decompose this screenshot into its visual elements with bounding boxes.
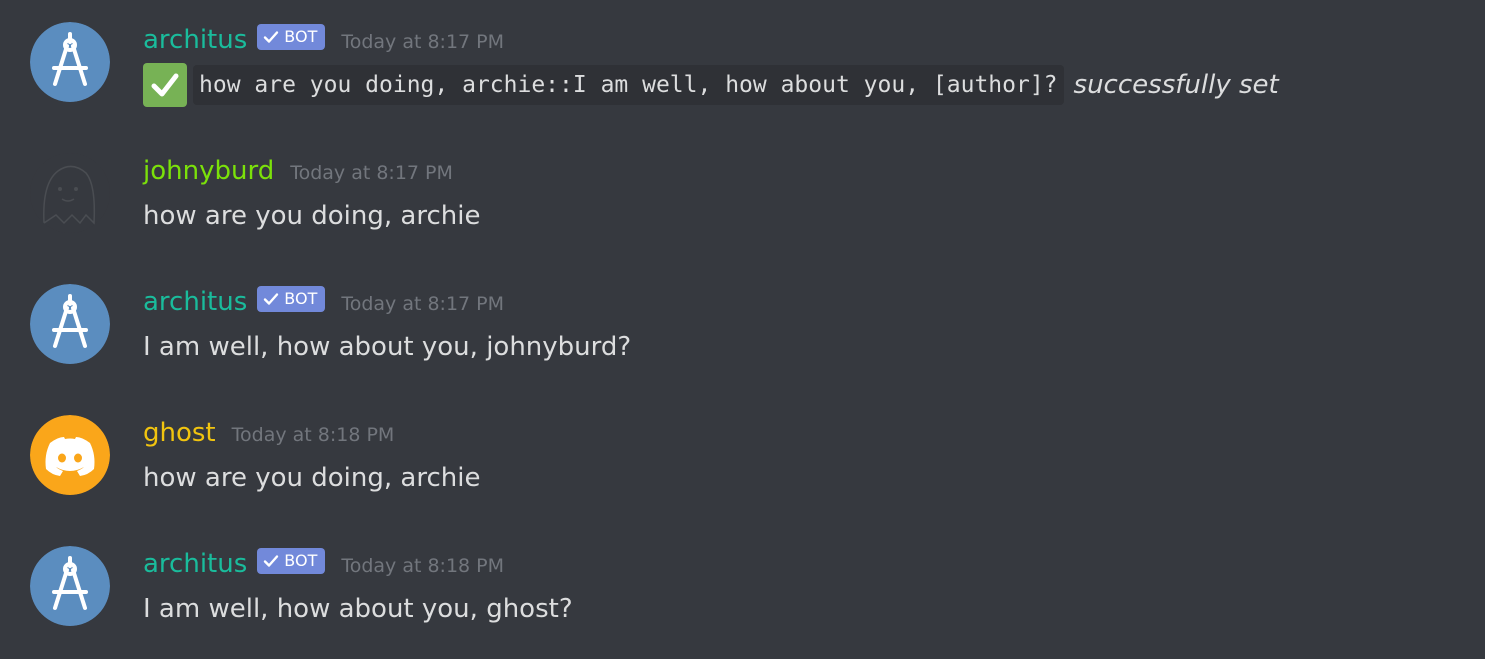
- inline-code: how are you doing, archie::I am well, ho…: [193, 65, 1064, 105]
- white-check-mark-icon: [143, 63, 187, 107]
- username-johnyburd[interactable]: johnyburd: [143, 156, 274, 186]
- username-architus[interactable]: architus: [143, 287, 247, 317]
- bot-tag: BOT: [257, 24, 326, 50]
- message-header: architus BOT Today at 8:17 PM: [143, 24, 504, 55]
- timestamp[interactable]: Today at 8:18 PM: [341, 555, 504, 577]
- message-header: johnyburd Today at 8:17 PM: [143, 156, 453, 186]
- message-content: how are you doing, archie: [143, 463, 481, 493]
- bot-tag-label: BOT: [284, 551, 318, 570]
- timestamp[interactable]: Today at 8:17 PM: [341, 293, 504, 315]
- message-content: how are you doing, archie: [143, 201, 481, 231]
- avatar-architus[interactable]: [30, 546, 110, 626]
- username-ghost[interactable]: ghost: [143, 418, 216, 448]
- check-icon: [264, 555, 279, 567]
- message-content: how are you doing, archie::I am well, ho…: [143, 63, 1279, 107]
- message-header: architus BOT Today at 8:17 PM: [143, 286, 504, 317]
- italic-text: successfully set: [1073, 70, 1279, 100]
- avatar-architus[interactable]: [30, 22, 110, 102]
- timestamp[interactable]: Today at 8:18 PM: [232, 424, 395, 446]
- compass-icon: [30, 546, 110, 626]
- bot-tag: BOT: [257, 548, 326, 574]
- message-header: ghost Today at 8:18 PM: [143, 418, 394, 448]
- avatar-johnyburd[interactable]: [30, 153, 110, 233]
- compass-icon: [30, 284, 110, 364]
- compass-icon: [30, 22, 110, 102]
- avatar-architus[interactable]: [30, 284, 110, 364]
- message-header: architus BOT Today at 8:18 PM: [143, 548, 504, 579]
- ghost-sketch-icon: [30, 153, 110, 233]
- username-architus[interactable]: architus: [143, 549, 247, 579]
- username-architus[interactable]: architus: [143, 25, 247, 55]
- chat-messages: architus BOT Today at 8:17 PM how are yo…: [0, 0, 1485, 659]
- check-icon: [264, 293, 279, 305]
- timestamp[interactable]: Today at 8:17 PM: [341, 31, 504, 53]
- avatar-ghost[interactable]: [30, 415, 110, 495]
- discord-logo-icon: [30, 415, 110, 495]
- bot-tag-label: BOT: [284, 27, 318, 46]
- check-icon: [264, 31, 279, 43]
- message-content: I am well, how about you, johnyburd?: [143, 332, 632, 362]
- message-content: I am well, how about you, ghost?: [143, 594, 573, 624]
- bot-tag-label: BOT: [284, 289, 318, 308]
- timestamp[interactable]: Today at 8:17 PM: [290, 162, 453, 184]
- bot-tag: BOT: [257, 286, 326, 312]
